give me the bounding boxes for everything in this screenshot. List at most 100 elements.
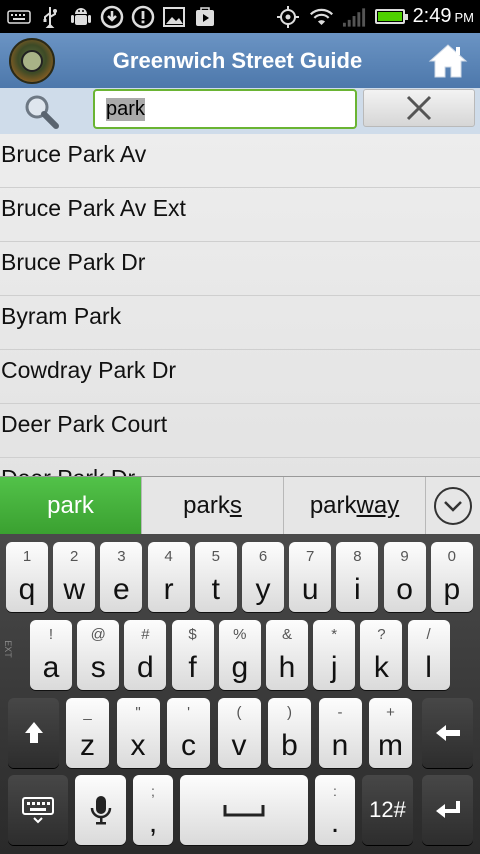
key-u[interactable]: 7u	[289, 542, 332, 612]
key-hint: @	[90, 626, 106, 643]
street-result-item[interactable]: Deer Park Dr	[0, 458, 480, 476]
key-b[interactable]: ) b	[268, 698, 311, 768]
street-result-item[interactable]: Cowdray Park Dr	[0, 350, 480, 404]
key-s[interactable]: @ s	[77, 620, 120, 690]
key-q[interactable]: 1q	[6, 542, 48, 612]
battery-level	[377, 12, 402, 21]
backspace-key[interactable]	[422, 698, 473, 768]
wifi-icon	[309, 4, 334, 29]
keyboard-side-label: EXT	[2, 640, 13, 658]
suggestion-3[interactable]: park way	[284, 477, 426, 535]
key-g[interactable]: % g	[218, 620, 261, 690]
shift-key[interactable]	[8, 698, 59, 768]
key-hint: 8	[353, 548, 362, 565]
street-result-item[interactable]: Byram Park	[0, 296, 480, 350]
key-o[interactable]: 9o	[383, 542, 426, 612]
numbers-key-label: 12#	[369, 797, 406, 822]
key-h[interactable]: & h	[266, 620, 308, 690]
key-label: r	[163, 573, 174, 606]
clock-ampm: PM	[454, 10, 475, 25]
key-hint: -	[337, 704, 343, 721]
key-k[interactable]: ? k	[360, 620, 403, 690]
suggestion-1[interactable]: park	[0, 477, 142, 535]
clear-search-button[interactable]	[363, 89, 475, 127]
enter-arrow-icon	[435, 801, 460, 818]
more-suggestions-button[interactable]	[426, 477, 480, 534]
numbers-key[interactable]: 12#	[362, 775, 413, 845]
key-p[interactable]: 0p	[430, 542, 473, 612]
key-hint: 3	[117, 548, 126, 565]
key-d[interactable]: # d	[124, 620, 167, 690]
enter-key[interactable]	[422, 775, 473, 845]
search-bar: park	[0, 88, 480, 134]
key-hint: 9	[400, 548, 409, 565]
key-label: q	[18, 573, 36, 606]
search-input-value: park	[106, 97, 145, 121]
signal-icon	[342, 4, 367, 29]
word-suggestions: park park s park way	[0, 476, 480, 535]
search-icon	[22, 90, 72, 132]
keyboard-icon	[6, 4, 31, 29]
key-hint: '	[187, 704, 190, 721]
close-icon	[406, 95, 432, 121]
search-input[interactable]: park	[93, 89, 357, 129]
key-label: b	[281, 729, 298, 762]
key-label: x	[130, 729, 146, 762]
key-label: g	[231, 651, 249, 684]
key-label: d	[137, 651, 154, 684]
key-hint: #	[141, 626, 150, 643]
keyboard-settings-key[interactable]	[8, 775, 68, 845]
street-result-item[interactable]: Bruce Park Av Ext	[0, 188, 480, 242]
download-icon	[99, 4, 124, 29]
suggestion-3-prefix: park	[309, 492, 357, 519]
key-label: z	[80, 729, 95, 762]
key-y[interactable]: 6y	[242, 542, 284, 612]
suggestion-3-suffix: way	[356, 492, 400, 519]
home-icon[interactable]	[426, 39, 470, 83]
key-t[interactable]: 5t	[194, 542, 237, 612]
key-z[interactable]: _ z	[66, 698, 109, 768]
play-store-icon	[192, 4, 217, 29]
key-hint: +	[386, 704, 395, 721]
key-x[interactable]: " x	[116, 698, 160, 768]
key-e[interactable]: 3e	[100, 542, 143, 612]
status-bar: 2:49 PM	[0, 0, 480, 33]
key-i[interactable]: 8i	[336, 542, 379, 612]
image-icon	[161, 4, 186, 29]
key-a[interactable]: ! a	[30, 620, 72, 690]
street-result-item[interactable]: Bruce Park Dr	[0, 242, 480, 296]
suggestion-2[interactable]: park s	[142, 477, 284, 535]
street-result-item[interactable]: Bruce Park Av	[0, 134, 480, 188]
key-label: s	[90, 651, 106, 684]
key-r[interactable]: 4r	[147, 542, 190, 612]
street-result-item[interactable]: Deer Park Court	[0, 404, 480, 458]
space-bar-icon	[223, 805, 265, 817]
space-key[interactable]	[180, 775, 308, 845]
clock-time: 2:49	[412, 5, 452, 27]
key-label: m	[378, 729, 403, 762]
key-j[interactable]: * j	[313, 620, 356, 690]
key-v[interactable]: (v	[217, 698, 261, 768]
key-hint: 1	[22, 548, 32, 565]
key-m[interactable]: + m	[369, 698, 412, 768]
comma-key-hint: ;	[151, 783, 155, 799]
key-label: u	[301, 573, 319, 606]
key-f[interactable]: $ f	[171, 620, 214, 690]
voice-input-key[interactable]	[75, 775, 126, 845]
shift-arrow-icon	[24, 722, 43, 743]
key-label: o	[396, 573, 413, 606]
period-key[interactable]: : .	[315, 775, 355, 845]
comma-key-label: ,	[148, 806, 158, 839]
key-n[interactable]: -n	[318, 698, 362, 768]
app-header: Greenwich Street Guide	[0, 33, 480, 88]
key-l[interactable]: / l	[407, 620, 450, 690]
key-label: a	[42, 651, 60, 684]
soft-keyboard: 1 q 2 w 3 e 4 r 5 t 6 y 7 u 8 i 9 o 0 p! a @ s # d $ f% g & h * j? k / l _ z…	[0, 534, 480, 854]
system-icons: 2:49 PM	[276, 4, 474, 29]
period-key-label: .	[330, 806, 340, 839]
comma-key[interactable]: ; ,	[133, 775, 173, 845]
usb-icon	[37, 4, 62, 29]
key-w[interactable]: 2w	[53, 542, 96, 612]
key-c[interactable]: ' c	[167, 698, 210, 768]
android-debug-icon	[68, 4, 93, 29]
